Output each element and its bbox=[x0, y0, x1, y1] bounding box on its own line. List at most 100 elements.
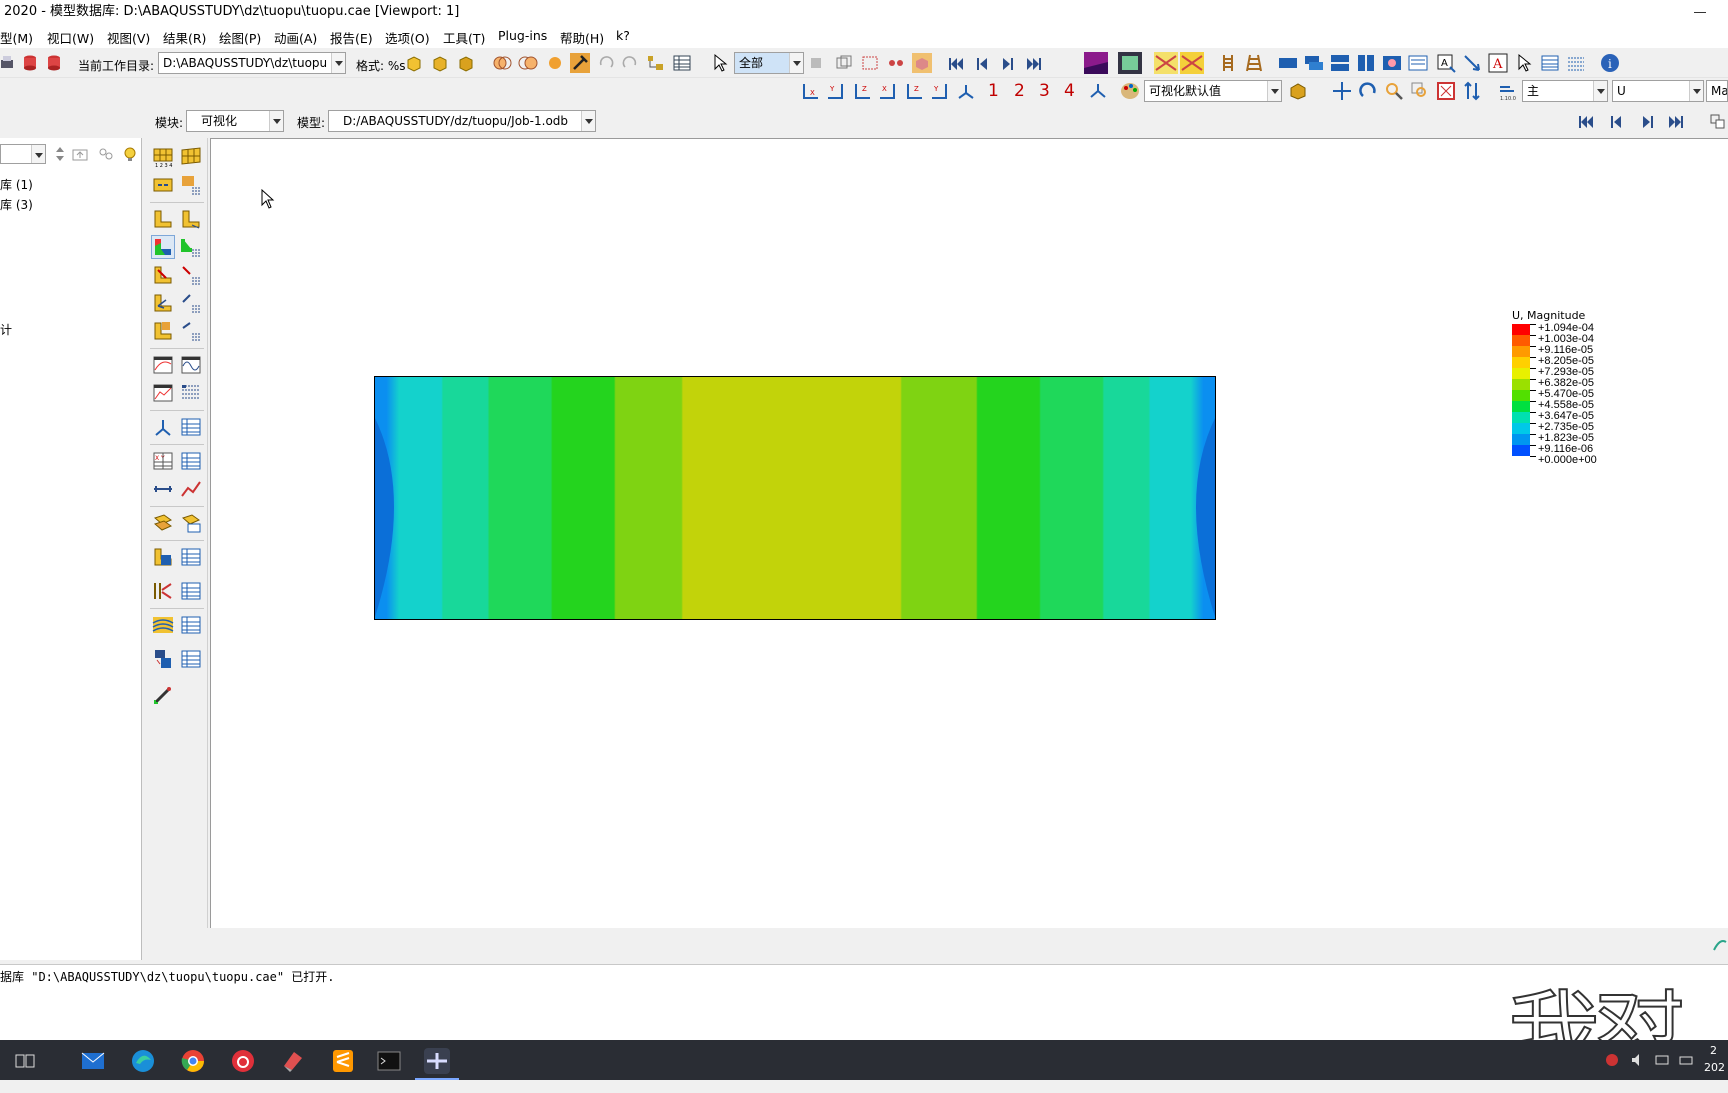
chevron-down-icon[interactable] bbox=[581, 111, 595, 131]
field-variable-combo[interactable]: U bbox=[1612, 80, 1704, 102]
view-right-icon[interactable]: Y bbox=[930, 81, 950, 101]
multiple-options-icon[interactable] bbox=[180, 320, 202, 342]
last-frame-icon[interactable] bbox=[1666, 112, 1686, 132]
xy-data-manager-icon[interactable] bbox=[180, 450, 202, 472]
arrow-annotation-icon[interactable] bbox=[1462, 53, 1482, 73]
previous-frame-icon[interactable] bbox=[972, 54, 992, 74]
report-field-icon[interactable] bbox=[152, 648, 174, 670]
animate-harmonic-icon[interactable] bbox=[180, 354, 202, 376]
red-app-icon[interactable] bbox=[280, 1048, 306, 1074]
view-1-button[interactable]: 1 bbox=[988, 81, 999, 101]
filter-icon[interactable] bbox=[96, 144, 116, 164]
view-4-button[interactable]: 4 bbox=[1064, 81, 1075, 101]
view-2-button[interactable]: 2 bbox=[1014, 81, 1025, 101]
chevron-down-icon[interactable] bbox=[269, 111, 283, 131]
menu-options[interactable]: 选项(O) bbox=[385, 28, 430, 47]
first-frame-icon[interactable] bbox=[946, 54, 966, 74]
query-tree-icon[interactable] bbox=[646, 53, 666, 73]
view-bottom-icon[interactable]: X bbox=[878, 81, 898, 101]
menu-model[interactable]: 型(M) bbox=[0, 28, 33, 47]
menu-animate[interactable]: 动画(A) bbox=[274, 28, 317, 47]
undo-icon[interactable] bbox=[596, 53, 616, 73]
rotate-icon[interactable] bbox=[1358, 81, 1378, 101]
menu-result[interactable]: 结果(R) bbox=[163, 28, 206, 47]
folder-up-icon[interactable] bbox=[70, 144, 90, 164]
module-combo[interactable]: 可视化 bbox=[186, 110, 284, 132]
save-database-icon[interactable] bbox=[20, 53, 40, 73]
animation-options-icon[interactable] bbox=[180, 382, 202, 404]
cycle-views-icon[interactable] bbox=[1462, 81, 1482, 101]
probe-values-icon[interactable] bbox=[152, 684, 174, 706]
database-icon[interactable] bbox=[44, 53, 64, 73]
mesh-contour-icon[interactable] bbox=[1180, 52, 1204, 74]
cube-shaded-icon[interactable] bbox=[430, 53, 450, 73]
lightbulb-icon[interactable] bbox=[120, 144, 140, 164]
intersect-circles-icon[interactable] bbox=[518, 53, 538, 73]
next-frame-icon[interactable] bbox=[998, 54, 1018, 74]
workdir-combo[interactable]: D:\ABAQUSSTUDY\dz\tuopu bbox=[158, 52, 346, 74]
plot-undeformed-icon[interactable]: 1 2 3 4 bbox=[152, 146, 174, 168]
render-style-icon[interactable] bbox=[1288, 81, 1308, 101]
contour-options-icon[interactable] bbox=[180, 236, 202, 258]
menu-tools[interactable]: 工具(T) bbox=[443, 28, 485, 47]
chevron-down-icon[interactable] bbox=[789, 53, 803, 73]
chrome-icon[interactable] bbox=[180, 1048, 206, 1074]
stream-manager-icon[interactable] bbox=[180, 614, 202, 636]
pan-icon[interactable] bbox=[1332, 81, 1352, 101]
text-box-icon[interactable]: A bbox=[1488, 53, 1508, 73]
viewport-link-icon[interactable] bbox=[1382, 53, 1402, 73]
chevron-down-icon[interactable] bbox=[1689, 81, 1703, 101]
animate-scale-icon[interactable] bbox=[152, 354, 174, 376]
chevron-down-icon[interactable] bbox=[1267, 81, 1281, 101]
menu-view[interactable]: 视图(V) bbox=[107, 28, 150, 47]
list-table-icon[interactable] bbox=[1540, 53, 1560, 73]
terminal-icon[interactable] bbox=[376, 1048, 402, 1074]
chevron-down-icon[interactable] bbox=[31, 145, 45, 163]
view-back-icon[interactable]: Y bbox=[826, 81, 846, 101]
netease-music-icon[interactable] bbox=[230, 1048, 256, 1074]
menu-report[interactable]: 报告(E) bbox=[330, 28, 373, 47]
toggle-box-icon[interactable] bbox=[912, 53, 932, 73]
select-arrow-icon[interactable] bbox=[710, 53, 730, 73]
table-icon[interactable] bbox=[672, 53, 692, 73]
invariant-combo[interactable]: Ma bbox=[1706, 80, 1728, 102]
ladder-icon[interactable] bbox=[1218, 53, 1238, 73]
next-frame-icon[interactable] bbox=[1638, 112, 1658, 132]
display-group-create-icon[interactable] bbox=[152, 512, 174, 534]
free-body-cut-icon[interactable] bbox=[152, 580, 174, 602]
first-frame-icon[interactable] bbox=[1576, 112, 1596, 132]
node-select-icon[interactable] bbox=[886, 53, 906, 73]
overlay-manager-icon[interactable] bbox=[180, 546, 202, 568]
viewport-tile-vertical-icon[interactable] bbox=[1356, 53, 1376, 73]
menu-plugins[interactable]: Plug-ins bbox=[498, 28, 547, 43]
tree-filter-combo[interactable] bbox=[0, 144, 46, 164]
mesh-deformed-icon[interactable] bbox=[1154, 52, 1178, 74]
deformed-options-icon[interactable] bbox=[180, 208, 202, 230]
view-front-icon[interactable]: X bbox=[800, 81, 820, 101]
pointer-annotation-icon[interactable] bbox=[1514, 53, 1534, 73]
create-xy-plot-icon[interactable] bbox=[180, 478, 202, 500]
task-view-icon[interactable] bbox=[12, 1048, 38, 1074]
sphere-icon[interactable] bbox=[545, 53, 565, 73]
hammer-icon[interactable] bbox=[570, 53, 590, 73]
overlay-plot-icon[interactable] bbox=[152, 546, 174, 568]
report-manager-icon[interactable] bbox=[180, 648, 202, 670]
symbol-options-icon[interactable] bbox=[180, 264, 202, 286]
zoom-icon[interactable] bbox=[1384, 81, 1404, 101]
xy-data-icon[interactable]: X Y bbox=[152, 450, 174, 472]
field-output-icon[interactable]: 1.10.0 bbox=[1498, 81, 1518, 101]
film-icon[interactable] bbox=[1118, 52, 1142, 74]
abaqus-taskbar-button[interactable] bbox=[415, 1048, 459, 1080]
overlay-circles-icon[interactable] bbox=[492, 53, 512, 73]
visualization-defaults-combo[interactable]: 可视化默认值 bbox=[1144, 80, 1282, 102]
tray-app-icon[interactable] bbox=[1604, 1052, 1620, 1068]
viewport[interactable]: U, Magnitude +1.094e-04 +1.003e-04 +9.116e… bbox=[210, 138, 1728, 928]
viewport-tile-horizontal-icon[interactable] bbox=[1330, 53, 1350, 73]
menu-viewport[interactable]: 视口(W) bbox=[47, 28, 94, 47]
list-detail-icon[interactable] bbox=[1566, 53, 1586, 73]
view-iso-icon[interactable] bbox=[956, 81, 976, 101]
path-icon[interactable] bbox=[152, 478, 174, 500]
view-cut-manager-icon[interactable] bbox=[180, 416, 202, 438]
spin-arrows-icon[interactable] bbox=[50, 144, 70, 164]
box-zoom-icon[interactable] bbox=[1410, 81, 1430, 101]
